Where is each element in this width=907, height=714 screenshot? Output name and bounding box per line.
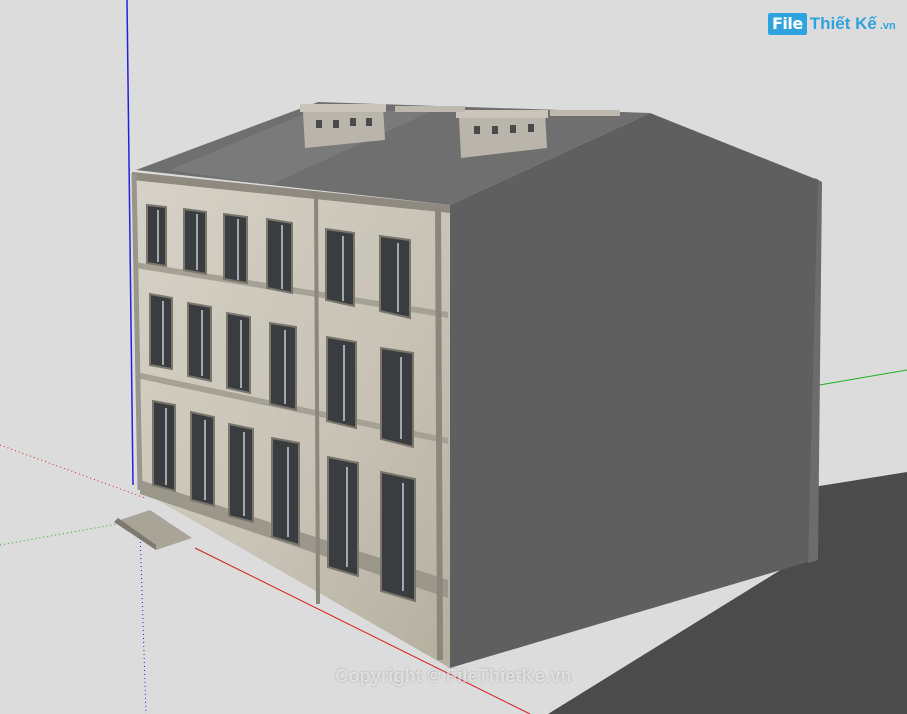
site-logo: File Thiết Kế .vn [768,13,896,35]
roof-vent [550,110,620,116]
pilaster [314,191,320,605]
pilaster [435,204,443,661]
blue-axis [126,0,134,486]
sketchup-viewport[interactable]: File Thiết Kế .vn Copyright © FileThietK… [0,0,907,714]
logo-file-text: File [768,13,807,35]
building-facade-model[interactable] [114,102,822,668]
logo-thietke-text: Thiết Kế [809,14,877,33]
copyright-watermark: Copyright © FileThietKe.vn [335,666,572,686]
roof-vent [395,106,465,112]
3d-scene[interactable] [0,0,907,714]
logo-domain-text: .vn [879,20,896,32]
green-axis [807,369,907,388]
red-axis-dotted [0,444,146,499]
